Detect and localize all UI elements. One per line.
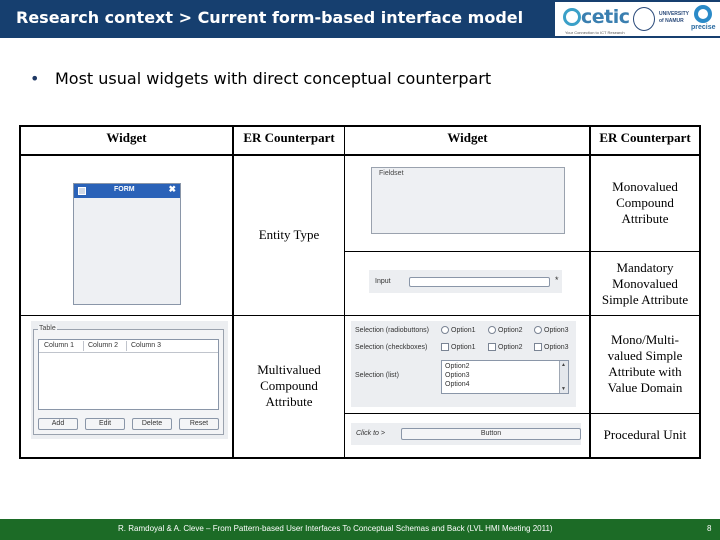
bullet-text: Most usual widgets with direct conceptua… — [55, 69, 492, 88]
reset-button: Reset — [179, 418, 219, 430]
procedural-button: Button — [401, 428, 581, 440]
header-bar: Research context > Current form-based in… — [0, 0, 720, 38]
button-widget-panel: Click to > Button — [351, 423, 581, 445]
list-selection-label: Selection (list) — [355, 372, 399, 379]
er-multivalued-compound: Multivalued Compound Attribute — [257, 362, 321, 409]
slide: Research context > Current form-based in… — [0, 0, 720, 540]
widget-er-table: Widget ER Counterpart Widget ER Counterp… — [19, 125, 701, 459]
er-mandatory-simple: Mandatory Monovalued Simple Attribute — [601, 260, 689, 307]
university-logo-text: UNIVERSITY of NAMUR — [659, 11, 689, 24]
header-divider — [21, 154, 699, 156]
list-scrollbar: ▲ ▼ — [559, 361, 568, 393]
table-divider — [344, 127, 345, 457]
column-header: ER Counterpart — [599, 130, 691, 145]
scroll-up-icon: ▲ — [561, 362, 566, 368]
checkbox-option1 — [441, 343, 449, 351]
header-row-divider — [39, 352, 218, 353]
radio-selection-label: Selection (radiobuttons) — [355, 327, 429, 334]
radio-option1 — [441, 326, 449, 334]
logo-strip: cetic Your Connection to ICT Research UN… — [555, 2, 720, 36]
precise-ring-icon — [694, 5, 712, 23]
input-field — [409, 277, 550, 287]
table-column-header: Column 1 — [44, 342, 74, 349]
list-item: Option2 — [445, 363, 470, 370]
column-header: Widget — [447, 130, 488, 145]
list-item: Option4 — [445, 381, 470, 388]
selection-listbox: Option2 Option3 Option4 ▲ ▼ — [441, 360, 569, 394]
form-title-bar: FORM ✖ — [74, 184, 180, 198]
table-widget-fieldset: Table Column 1 Column 2 Column 3 Add Edi… — [33, 325, 224, 435]
precise-logo: precise — [691, 5, 716, 33]
er-value-domain: Mono/Multi- valued Simple Attribute with… — [607, 332, 683, 395]
er-entity-type: Entity Type — [258, 227, 320, 242]
checkbox-selection-label: Selection (checkboxes) — [355, 344, 428, 351]
list-item: Option3 — [445, 372, 470, 379]
bullet-marker: • — [30, 69, 40, 88]
click-to-label: Click to > — [356, 430, 385, 437]
edit-button: Edit — [85, 418, 125, 430]
row-divider — [344, 413, 699, 414]
er-monovalued-compound: Monovalued Compound Attribute — [612, 179, 678, 226]
column-separator — [126, 341, 127, 351]
footer-citation: R. Ramdoyal & A. Cleve – From Pattern-ba… — [118, 524, 553, 533]
er-procedural-unit: Procedural Unit — [603, 427, 687, 442]
cetic-logo: cetic Your Connection to ICT Research — [563, 6, 630, 35]
radio-option2 — [488, 326, 496, 334]
column-header: Widget — [106, 130, 147, 145]
table-column-header: Column 3 — [131, 342, 161, 349]
row-divider — [344, 251, 699, 252]
radio-option3 — [534, 326, 542, 334]
close-icon: ✖ — [168, 184, 176, 194]
table-widget-grid: Column 1 Column 2 Column 3 — [38, 339, 219, 410]
column-separator — [83, 341, 84, 351]
add-button: Add — [38, 418, 78, 430]
delete-button: Delete — [132, 418, 172, 430]
column-header: ER Counterpart — [243, 130, 335, 145]
window-icon — [78, 187, 86, 195]
required-marker: * — [555, 275, 559, 285]
table-column-header: Column 2 — [88, 342, 118, 349]
checkbox-option3 — [534, 343, 542, 351]
checkbox-option2 — [488, 343, 496, 351]
scroll-down-icon: ▼ — [561, 386, 566, 392]
input-label: Input — [375, 278, 391, 285]
row-divider — [21, 315, 344, 316]
slide-title: Research context > Current form-based in… — [16, 8, 524, 27]
selection-widget-panel: Selection (radiobuttons) Option1 Option2… — [351, 321, 576, 407]
form-window-widget: FORM ✖ — [73, 183, 181, 305]
cetic-ring-icon — [563, 8, 581, 26]
university-seal-icon — [633, 7, 655, 31]
footer-bar: R. Ramdoyal & A. Cleve – From Pattern-ba… — [0, 519, 720, 540]
input-widget-panel: Input * — [369, 270, 562, 293]
page-number: 8 — [707, 524, 712, 533]
row-divider — [344, 315, 699, 316]
fieldset-widget: Fieldset — [371, 167, 565, 234]
